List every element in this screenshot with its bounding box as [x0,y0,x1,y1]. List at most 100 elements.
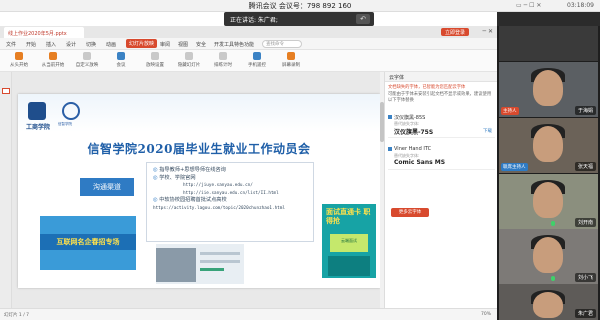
tool-meeting[interactable]: 会议 [104,52,138,68]
video-tile[interactable]: 联席主持人 张天福 [499,118,598,173]
slide-thumbnail-strip [0,72,12,320]
more-fonts-button[interactable]: 更多云字体 [391,208,429,217]
meeting-window-icons[interactable]: ▭ ─ ☐ ✕ [516,2,541,9]
download-link[interactable]: 下载 [483,128,492,134]
video-tile[interactable]: 朱广君 [499,284,598,320]
tool-custom-show[interactable]: 自定义放映 [70,52,104,68]
record-icon [287,52,295,60]
checkbox-icon[interactable] [388,115,392,119]
window-controls-icon[interactable]: ─ ✕ [482,28,493,35]
url-text: http://iie.sanyau.edu.cn/list/II.html [183,190,279,196]
font-name: Viner Hand ITC [394,146,432,152]
menu-bar: 文件 开始 插入 设计 切换 动画 幻灯片放映 审阅 视图 安全 开发工具 特色… [0,38,497,50]
participant-face [533,182,563,218]
tool-show-settings[interactable]: 放映设置 [138,52,172,68]
text-line [200,252,240,255]
interview-banner: 面试直通卡 职得抢 云端面试 [322,204,376,278]
participant-name: 朱广君 [574,309,596,318]
speaking-label: 正在讲话: 朱广君; [230,17,278,24]
custom-show-icon [83,52,91,60]
tool-label: 屏幕录制 [282,63,300,68]
banner-text: 互联网名企春招专场 [40,234,136,250]
slide-thumbnail[interactable] [2,88,10,94]
menu-transition[interactable]: 切换 [86,41,96,48]
bullet-text: 指导教师+思想导师在线咨询 [159,167,226,173]
zoom-level[interactable]: 70% [481,312,491,317]
menu-file[interactable]: 文件 [6,41,16,48]
command-search-input[interactable]: 查找命令 [262,40,302,48]
url-text: http://jiuye.sanyau.edu.cn/ [183,183,253,188]
meeting-clock: 03:18:09 [567,2,594,9]
tool-label: 自定义放映 [75,63,99,68]
font-name: 汉仪旗黑-85S [394,115,426,121]
font-replacement: Comic Sans MS [394,159,446,166]
settings-icon [151,52,159,60]
hide-slide-icon [185,52,193,60]
participant-name: 刘小飞 [574,273,596,282]
slide-title: 信智学院2020届毕业生就业工作动员会 [87,142,311,156]
text-line [200,260,240,263]
doc-tab[interactable]: 线上作业2020年5月.pptx [4,27,84,38]
panel-warning: 文档缺失的字体，已智能为您匹配云字体 [388,85,466,90]
college-logo-icon [62,102,80,120]
tool-screen-record[interactable]: 屏幕录制 [274,52,308,68]
content-textbox[interactable]: ◎ 指导教师+思想导师在线咨询 ◎ 学校、学院官网 http://jiuye.s… [146,162,314,242]
bullet-text: 学校、学院官网 [159,174,196,181]
font-entry[interactable]: 汉仪旗黑-85S 替代缺失字体: 汉仪旗黑-75S 下载 [388,112,495,138]
menu-review[interactable]: 审阅 [160,41,170,48]
menu-insert[interactable]: 插入 [46,41,56,48]
menu-developer[interactable]: 开发工具 [214,41,234,48]
video-tile[interactable]: 主持人 于海娟 [499,62,598,117]
tool-label: 会议 [116,63,126,68]
url-text: https://activity.lagou.com/topic/2020chu… [153,205,285,211]
speaking-indicator: 正在讲话: 朱广君; ↶ [224,12,374,26]
menu-security[interactable]: 安全 [196,41,206,48]
video-tile[interactable]: 刘开南 [499,174,598,229]
meeting-title-bar: 腾讯会议 会议号：798 892 160 ▭ ─ ☐ ✕ 03:18:09 [0,0,600,12]
tool-hide-slide[interactable]: 隐藏幻灯片 [172,52,206,68]
panel-description: 可能由于字体未安装引起文档不显示或效果，建议使用以下字体替换 [388,92,492,103]
people-illustration [328,256,370,276]
share-icon[interactable]: ↶ [356,14,370,24]
slide-canvas: 工商学院 信智学院 信智学院2020届毕业生就业工作动员会 沟通渠道 ◎ 指导教… [12,72,384,320]
participant-face [533,126,563,162]
tool-label: 从头开始 [10,63,28,68]
mic-icon [551,221,555,226]
timer-icon [219,52,227,60]
phone-icon [253,52,261,60]
menu-slideshow[interactable]: 幻灯片放映 [126,39,158,48]
slide[interactable]: 工商学院 信智学院 信智学院2020届毕业生就业工作动员会 沟通渠道 ◎ 指导教… [18,94,380,288]
tool-label: 从当前开始 [41,63,65,68]
menu-animation[interactable]: 动画 [106,41,116,48]
tool-rehearse[interactable]: 排练计时 [206,52,240,68]
ribbon-toolbar: 从头开始 从当前开始 自定义放映 会议 放映设置 隐藏幻灯片 排练计时 手机遥控… [0,50,497,72]
participant-name: 张天福 [574,162,596,171]
login-button[interactable]: 立即登录 [440,28,469,36]
channel-label-box: 沟通渠道 [80,178,134,196]
tool-label: 手机遥控 [248,63,266,68]
tool-from-start[interactable]: 从头开始 [2,52,36,68]
menu-view[interactable]: 视图 [178,41,188,48]
banner-text: 面试直通卡 职得抢 [326,208,371,225]
menu-features[interactable]: 特色功能 [234,41,254,48]
video-tile-top[interactable] [499,26,598,61]
school-logo-icon [28,102,46,120]
building-photo [156,248,196,282]
banner-subtext: 云端面试 [330,234,368,252]
tool-from-current[interactable]: 从当前开始 [36,52,70,68]
screenshot-image [156,244,244,284]
bullet-item: ◎ 学校、学院官网 [153,175,307,183]
menu-home[interactable]: 开始 [26,41,36,48]
font-entry[interactable]: Viner Hand ITC 替代缺失字体: Comic Sans MS [388,144,495,170]
checkbox-icon[interactable] [388,147,392,151]
panel-title: 云字体 [385,72,498,82]
tool-label: 放映设置 [146,63,164,68]
role-badge: 主持人 [501,107,519,115]
video-tile[interactable]: 刘小飞 [499,229,598,284]
play-icon [15,52,23,60]
participant-name: 刘开南 [574,218,596,227]
menu-design[interactable]: 设计 [66,41,76,48]
bullet-text: 中软协校园招聘首批试点高校 [159,197,227,203]
doc-tabbar: 线上作业2020年5月.pptx 立即登录 ─ ✕ [0,26,497,38]
tool-phone-remote[interactable]: 手机遥控 [240,52,274,68]
